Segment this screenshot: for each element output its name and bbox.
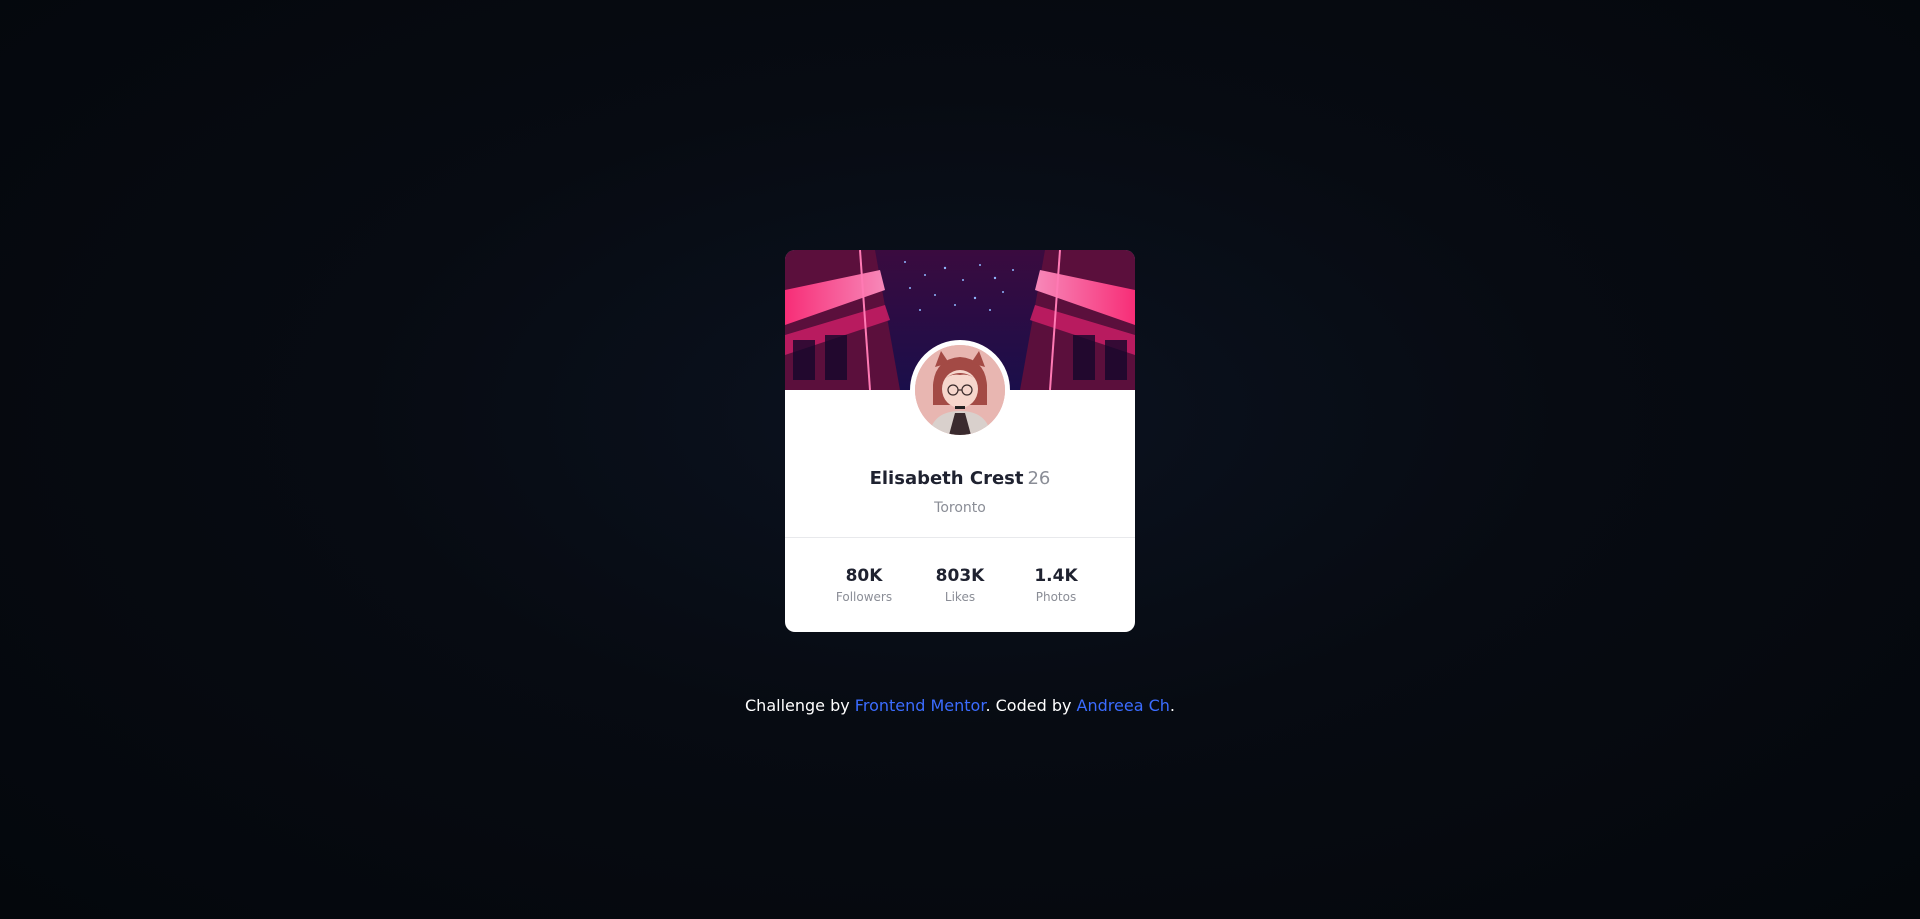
stat-photos: 1.4K Photos — [1008, 565, 1104, 604]
stat-followers: 80K Followers — [816, 565, 912, 604]
stats-row: 80K Followers 803K Likes 1.4K Photos — [785, 565, 1135, 604]
footer-middle: . Coded by — [985, 696, 1077, 715]
footer-suffix: . — [1169, 696, 1175, 715]
profile-age: 26 — [1027, 468, 1051, 489]
profile-name: Elisabeth Crest — [869, 468, 1024, 489]
stat-value: 803K — [935, 566, 985, 586]
stat-label: Likes — [944, 590, 976, 604]
frontend-mentor-link[interactable]: Frontend Mentor — [855, 696, 986, 715]
profile-name-row: Elisabeth Crest 26 — [785, 468, 1135, 489]
stat-value: 80K — [845, 566, 883, 586]
profile-city: Toronto — [934, 500, 986, 516]
stat-label: Photos — [1035, 590, 1077, 604]
attribution-footer: Challenge by Frontend Mentor. Coded by A… — [0, 696, 1920, 715]
divider — [785, 537, 1135, 538]
stat-likes: 803K Likes — [912, 565, 1008, 604]
footer-prefix: Challenge by — [745, 696, 855, 715]
stat-value: 1.4K — [1034, 566, 1078, 586]
avatar — [910, 340, 1010, 440]
author-link[interactable]: Andreea Ch — [1077, 696, 1170, 715]
profile-card: Elisabeth Crest 26 Toronto 80K Followers … — [785, 250, 1135, 632]
stat-label: Followers — [835, 590, 893, 604]
